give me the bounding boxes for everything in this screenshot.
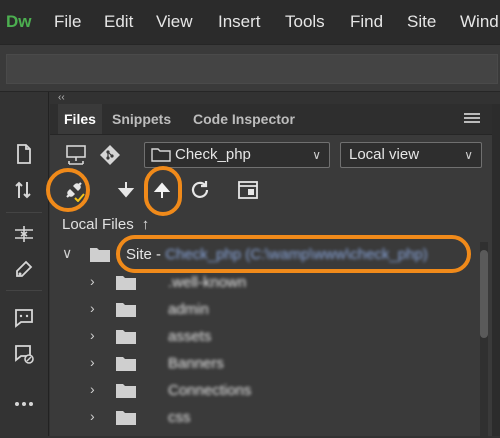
folder-label: Banners <box>168 355 224 372</box>
menu-edit[interactable]: Edit <box>104 12 133 32</box>
chevron-right-icon[interactable]: › <box>90 273 95 289</box>
sort-arrow-icon: ↑ <box>141 216 150 233</box>
site-row: Check_php ∨ Local view ∨ <box>50 142 492 168</box>
folder-icon <box>116 330 136 344</box>
list-item[interactable]: › admin <box>50 297 470 323</box>
tab-files[interactable]: Files <box>58 104 102 134</box>
menu-window[interactable]: Wind <box>460 12 499 32</box>
folder-icon <box>116 357 136 371</box>
site-name: Check_php (C:\wamp\www\check_php) <box>165 246 428 263</box>
list-item[interactable]: › .well-known <box>50 270 470 296</box>
panel-tabs: Files Snippets Code Inspector <box>50 104 492 135</box>
transfer-icon[interactable] <box>10 176 38 204</box>
action-row <box>50 174 492 206</box>
folder-label: assets <box>168 328 212 345</box>
chevron-down-icon: ∨ <box>312 148 321 162</box>
local-files-label: Local Files <box>62 216 134 233</box>
toolbar-strip <box>0 44 500 92</box>
list-item[interactable]: › assets <box>50 324 470 350</box>
folder-label: admin <box>168 301 209 318</box>
list-item[interactable]: › css <box>50 405 470 431</box>
expand-icon[interactable] <box>10 220 38 248</box>
site-root-row[interactable]: ∨ Site - Check_php (C:\wamp\www\check_ph… <box>50 242 470 268</box>
panel-menu-icon[interactable] <box>464 113 480 125</box>
files-panel: Files Snippets Code Inspector Check_php … <box>46 104 492 438</box>
chevron-right-icon[interactable]: › <box>90 354 95 370</box>
expand-panel-icon[interactable] <box>234 176 262 204</box>
folder-label: Connections <box>168 382 252 399</box>
menu-site[interactable]: Site <box>407 12 436 32</box>
refresh-icon[interactable] <box>186 176 214 204</box>
scrollbar-thumb[interactable] <box>480 250 488 338</box>
chevron-down-icon[interactable]: ∨ <box>62 245 72 262</box>
folder-icon <box>116 303 136 317</box>
tool-divider <box>6 290 42 291</box>
more-icon[interactable] <box>10 390 38 418</box>
menu-file[interactable]: File <box>54 12 81 32</box>
chevron-right-icon[interactable]: › <box>90 300 95 316</box>
tool-divider <box>6 212 42 213</box>
folder-icon <box>116 384 136 398</box>
tab-code-inspector[interactable]: Code Inspector <box>187 104 301 134</box>
folder-icon <box>116 411 136 425</box>
toolbar-field <box>6 54 498 84</box>
tab-snippets[interactable]: Snippets <box>106 104 177 134</box>
list-item[interactable]: › Banners <box>50 351 470 377</box>
folder-icon <box>116 276 136 290</box>
app-logo: Dw <box>6 12 32 31</box>
code-snippet-icon[interactable] <box>10 256 38 284</box>
scrollbar[interactable] <box>480 242 488 438</box>
menu-find[interactable]: Find <box>350 12 383 32</box>
site-root-label: Site - Check_php (C:\wamp\www\check_php) <box>126 246 428 263</box>
site-prefix: Site - <box>126 246 166 263</box>
list-item[interactable]: › Connections <box>50 378 470 404</box>
chevron-right-icon[interactable]: › <box>90 381 95 397</box>
folder-icon <box>90 248 110 262</box>
local-files-header[interactable]: Local Files ↑ <box>62 216 149 233</box>
view-select-value: Local view <box>349 146 420 163</box>
connect-site-icon[interactable] <box>62 141 90 169</box>
folder-label: css <box>168 409 191 426</box>
panel-edge <box>492 104 500 436</box>
chevron-down-icon: ∨ <box>464 148 473 162</box>
chevron-right-icon[interactable]: › <box>90 327 95 343</box>
git-icon[interactable] <box>96 141 124 169</box>
document-icon[interactable] <box>10 140 38 168</box>
comment-edit-icon[interactable] <box>10 340 38 368</box>
menu-tools[interactable]: Tools <box>285 12 325 32</box>
menu-bar: Dw File Edit View Insert Tools Find Site… <box>0 0 500 44</box>
site-select[interactable]: Check_php ∨ <box>144 142 330 168</box>
menu-view[interactable]: View <box>156 12 193 32</box>
view-select[interactable]: Local view ∨ <box>340 142 482 168</box>
site-select-value: Check_php <box>175 146 251 163</box>
connect-plug-icon[interactable] <box>60 176 88 204</box>
put-up-arrow-icon[interactable] <box>148 176 176 204</box>
folder-icon <box>151 148 171 162</box>
folder-label: .well-known <box>168 274 247 291</box>
left-tool-column <box>0 92 49 436</box>
collapse-panel-icon[interactable]: ‹‹ <box>58 92 65 103</box>
menu-insert[interactable]: Insert <box>218 12 261 32</box>
get-down-arrow-icon[interactable] <box>112 176 140 204</box>
chevron-right-icon[interactable]: › <box>90 408 95 424</box>
comment-icon[interactable] <box>10 304 38 332</box>
